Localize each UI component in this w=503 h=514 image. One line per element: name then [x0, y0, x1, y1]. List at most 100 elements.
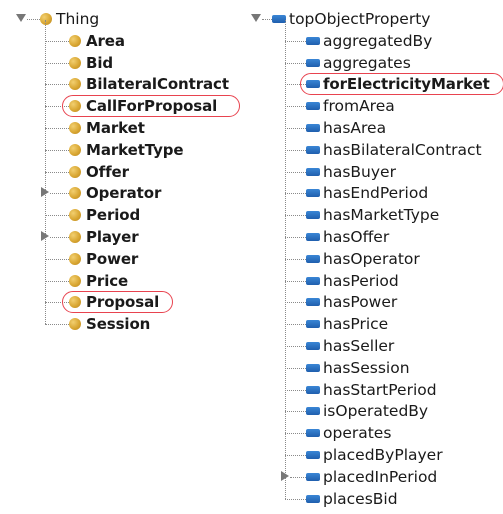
object-property-bar-icon	[306, 145, 320, 154]
property-tree-item[interactable]: hasPeriod	[251, 270, 503, 292]
class-label: Offer	[86, 162, 129, 181]
object-property-bar-icon	[306, 232, 320, 241]
property-label: hasBilateralContract	[323, 140, 482, 159]
object-property-bar-icon	[306, 123, 320, 132]
object-property-bar-icon	[306, 450, 320, 459]
property-tree-item[interactable]: aggregates	[251, 52, 503, 74]
property-tree-item[interactable]: placesBid	[251, 488, 503, 510]
property-tree-item[interactable]: hasMarketType	[251, 204, 503, 226]
class-tree-item[interactable]: Period	[16, 204, 256, 226]
class-tree-item[interactable]: Market	[16, 117, 256, 139]
tree-connector	[285, 411, 306, 413]
class-label: MarketType	[86, 140, 184, 159]
property-tree-item[interactable]: isOperatedBy	[251, 400, 503, 422]
class-tree-root[interactable]: Thing	[16, 8, 256, 30]
property-label: isOperatedBy	[323, 402, 429, 421]
tree-connector	[45, 215, 69, 217]
tree-connector	[50, 193, 69, 195]
tree-connector	[45, 280, 69, 282]
object-property-bar-icon	[306, 385, 320, 394]
property-tree-children: aggregatedBy aggregates forElectricityMark…	[251, 19, 503, 510]
class-tree-item[interactable]: MarketType	[16, 139, 256, 161]
class-tree-item[interactable]: Offer	[16, 161, 256, 183]
class-label: Bid	[86, 53, 114, 72]
property-tree-item[interactable]: placedInPeriod	[251, 466, 503, 488]
property-tree-item[interactable]: hasEndPeriod	[251, 182, 503, 204]
property-label: hasArea	[323, 118, 387, 137]
class-tree-item[interactable]: Power	[16, 248, 256, 270]
class-circle-icon	[69, 252, 81, 265]
class-label: Operator	[86, 184, 162, 203]
property-tree-item[interactable]: hasBilateralContract	[251, 139, 503, 161]
property-tree-item[interactable]: hasPrice	[251, 313, 503, 335]
property-tree-item[interactable]: forElectricityMarket	[251, 73, 503, 96]
triangle-down-icon[interactable]	[16, 14, 26, 22]
object-property-bar-icon	[306, 494, 320, 503]
object-property-bar-icon	[306, 472, 320, 481]
tree-connector	[285, 106, 306, 108]
property-tree-item[interactable]: aggregatedBy	[251, 30, 503, 52]
property-label: hasPower	[323, 293, 398, 312]
class-label: Price	[86, 271, 129, 290]
property-tree-item[interactable]: hasArea	[251, 117, 503, 139]
property-label: hasSession	[323, 358, 410, 377]
object-property-bar-icon	[306, 341, 320, 350]
property-tree-item[interactable]: operates	[251, 422, 503, 444]
class-circle-icon	[69, 121, 81, 134]
class-tree-children: Area Bid BilateralContract CallForProposal M…	[16, 19, 256, 335]
highlight-outline	[62, 291, 173, 314]
class-tree-item[interactable]: Area	[16, 30, 256, 52]
class-tree-item[interactable]: CallForProposal	[16, 95, 256, 118]
highlight-outline	[300, 73, 503, 96]
tree-connector	[285, 215, 306, 217]
property-label: hasOperator	[323, 249, 420, 268]
class-circle-icon	[69, 56, 81, 69]
triangle-right-icon[interactable]	[41, 187, 49, 198]
tree-connector	[285, 149, 306, 151]
tree-connector	[45, 84, 69, 86]
property-tree-item[interactable]: hasPower	[251, 291, 503, 313]
class-tree-item[interactable]: BilateralContract	[16, 73, 256, 95]
class-tree-item[interactable]: Proposal	[16, 291, 256, 314]
class-tree-item[interactable]: Price	[16, 270, 256, 292]
triangle-right-icon[interactable]	[281, 470, 289, 481]
class-circle-icon	[69, 34, 81, 47]
property-tree-item[interactable]: hasBuyer	[251, 161, 503, 183]
property-tree-item[interactable]: hasSeller	[251, 335, 503, 357]
tree-connector	[285, 236, 306, 238]
tree-connector	[285, 454, 306, 456]
class-hierarchy-tree: Thing Area Bid BilateralContract CallForPro…	[16, 8, 256, 335]
tree-connector	[285, 193, 306, 195]
property-label: hasSeller	[323, 336, 395, 355]
class-tree-item[interactable]: Session	[16, 313, 256, 335]
property-label: hasBuyer	[323, 162, 396, 181]
object-property-bar-icon	[306, 167, 320, 176]
class-tree-item[interactable]: Operator	[16, 182, 256, 204]
object-property-bar-icon	[306, 102, 320, 111]
class-circle-icon	[69, 230, 81, 243]
triangle-down-icon[interactable]	[251, 14, 261, 22]
object-property-bar-icon	[306, 320, 320, 329]
tree-connector	[285, 498, 306, 500]
property-tree-item[interactable]: hasOffer	[251, 226, 503, 248]
property-label: placedInPeriod	[323, 467, 438, 486]
tree-connector	[45, 149, 69, 151]
object-property-bar-icon	[306, 276, 320, 285]
tree-connector	[285, 171, 306, 173]
property-tree-item[interactable]: fromArea	[251, 95, 503, 117]
property-tree-root[interactable]: topObjectProperty	[251, 8, 503, 30]
tree-connector	[45, 324, 69, 326]
class-label: Area	[86, 31, 125, 50]
property-tree-item[interactable]: hasSession	[251, 357, 503, 379]
property-label: hasPeriod	[323, 271, 399, 290]
property-label: hasEndPeriod	[323, 184, 429, 203]
tree-connector	[285, 433, 306, 435]
property-tree-item[interactable]: hasStartPeriod	[251, 379, 503, 401]
class-tree-item[interactable]: Player	[16, 226, 256, 248]
highlight-outline	[62, 95, 240, 118]
triangle-right-icon[interactable]	[41, 230, 49, 241]
property-tree-item[interactable]: placedByPlayer	[251, 444, 503, 466]
property-tree-item[interactable]: hasOperator	[251, 248, 503, 270]
class-tree-item[interactable]: Bid	[16, 52, 256, 74]
class-circle-icon	[69, 165, 81, 178]
